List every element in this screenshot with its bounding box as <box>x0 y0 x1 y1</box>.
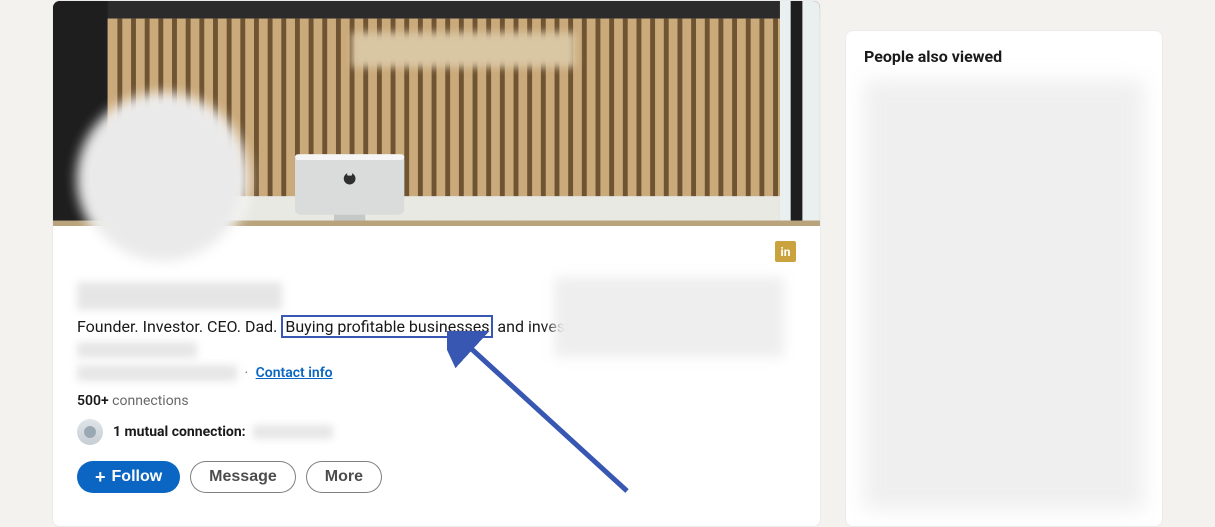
follow-button[interactable]: + Follow <box>77 461 180 493</box>
avatar[interactable] <box>77 93 249 265</box>
profile-name[interactable] <box>77 282 282 310</box>
mutual-label: 1 mutual connection: <box>113 424 246 440</box>
side-card-list[interactable] <box>864 80 1144 510</box>
location-text <box>77 365 237 381</box>
more-button[interactable]: More <box>306 461 382 493</box>
mutual-name <box>253 425 333 439</box>
headline-prefix: Founder. Investor. CEO. Dad. <box>77 317 277 336</box>
follow-label: Follow <box>112 468 163 486</box>
people-also-viewed-card: People also viewed <box>845 30 1163 527</box>
action-buttons: + Follow Message More <box>77 461 796 493</box>
headline-highlight: Buying profitable businesses <box>281 315 493 338</box>
profile-card: in Founder. Investor. CEO. Dad. Buying p… <box>52 0 821 527</box>
company-section[interactable] <box>554 277 784 357</box>
connections-count[interactable]: 500+ connections <box>77 393 796 409</box>
plus-icon: + <box>95 468 106 486</box>
contact-info-link[interactable]: Contact info <box>256 365 333 381</box>
location-row: · Contact info <box>77 365 796 381</box>
headline-company <box>77 342 197 358</box>
linkedin-icon: in <box>775 241 796 262</box>
side-card-title: People also viewed <box>864 47 1144 66</box>
mutual-connections-row[interactable]: 1 mutual connection: <box>77 419 796 445</box>
connections-number: 500+ <box>77 393 109 409</box>
connections-label: connections <box>109 393 189 409</box>
separator-dot: · <box>244 365 248 381</box>
message-button[interactable]: Message <box>190 461 296 493</box>
mutual-avatar-icon <box>77 419 103 445</box>
